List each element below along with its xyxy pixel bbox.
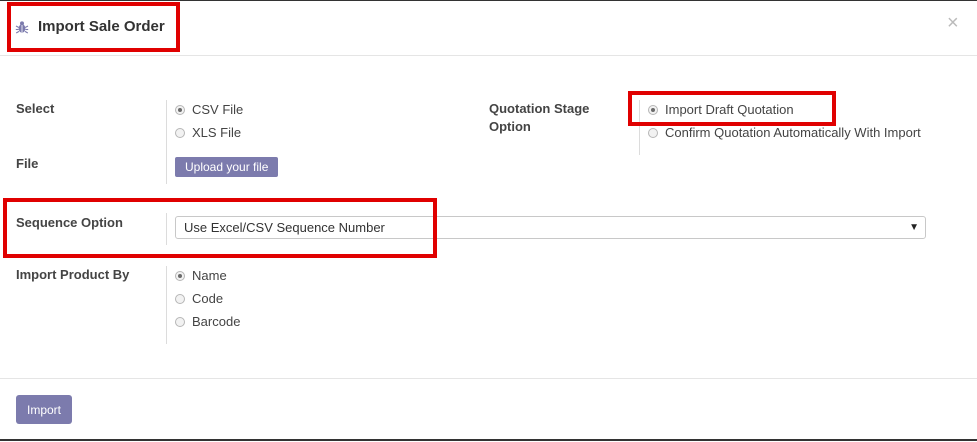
- select-separator: [166, 100, 167, 184]
- bug-icon: [15, 20, 29, 34]
- radio-label: CSV File: [192, 102, 244, 117]
- dialog-title: Import Sale Order: [38, 18, 165, 35]
- sequence-option-select[interactable]: Use Excel/CSV Sequence Number ▼: [175, 216, 926, 239]
- import-product-by-label: Import Product By: [16, 267, 130, 282]
- radio-barcode[interactable]: Barcode: [175, 314, 240, 329]
- radio-label: Name: [192, 268, 227, 283]
- import-by-separator: [166, 266, 167, 344]
- import-button[interactable]: Import: [16, 395, 72, 424]
- sequence-separator: [166, 213, 167, 245]
- chevron-down-icon: ▼: [909, 222, 919, 233]
- radio-button-icon: [175, 127, 185, 138]
- radio-button-icon: [175, 293, 185, 304]
- radio-code[interactable]: Code: [175, 291, 223, 306]
- radio-name[interactable]: Name: [175, 268, 227, 283]
- quotation-stage-label-line2: Option: [489, 119, 531, 134]
- window-bottom-border: [0, 439, 977, 441]
- file-label: File: [16, 156, 39, 171]
- radio-button-icon: [175, 104, 185, 115]
- upload-file-button[interactable]: Upload your file: [175, 157, 279, 177]
- radio-xls-file[interactable]: XLS File: [175, 125, 241, 140]
- radio-label: Code: [192, 291, 224, 306]
- dialog-title-wrap: Import Sale Order: [15, 18, 165, 35]
- footer-divider: [0, 378, 977, 379]
- radio-button-icon: [648, 104, 658, 115]
- sequence-option-value: Use Excel/CSV Sequence Number: [184, 220, 385, 235]
- radio-csv-file[interactable]: CSV File: [175, 102, 243, 117]
- radio-confirm-quotation[interactable]: Confirm Quotation Automatically With Imp…: [648, 125, 921, 140]
- radio-import-draft-quotation[interactable]: Import Draft Quotation: [648, 102, 794, 117]
- select-label: Select: [16, 101, 55, 116]
- radio-label: XLS File: [192, 125, 242, 140]
- close-icon[interactable]: ×: [947, 13, 959, 33]
- radio-button-icon: [648, 127, 658, 138]
- radio-button-icon: [175, 270, 185, 281]
- radio-label: Confirm Quotation Automatically With Imp…: [665, 125, 921, 140]
- radio-button-icon: [175, 316, 185, 327]
- radio-label: Barcode: [192, 314, 241, 329]
- sequence-option-label: Sequence Option: [16, 215, 123, 230]
- stage-separator: [639, 100, 640, 155]
- quotation-stage-label: Quotation Stage: [489, 101, 590, 116]
- radio-label: Import Draft Quotation: [665, 102, 794, 117]
- dialog-header: Import Sale Order ×: [0, 1, 977, 56]
